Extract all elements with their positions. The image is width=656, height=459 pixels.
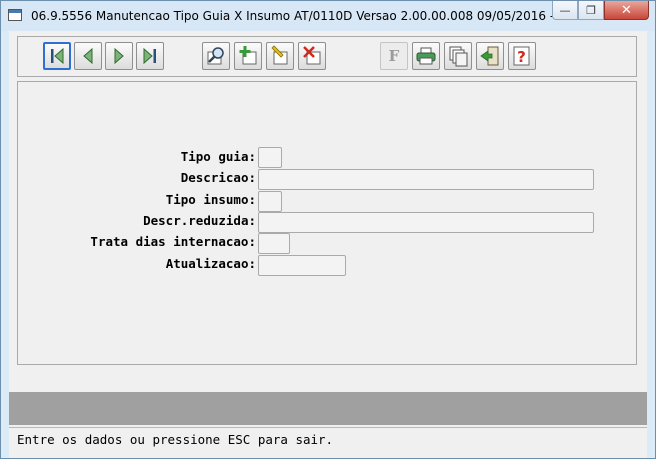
help-icon: ? xyxy=(513,46,530,66)
delete-record-button[interactable] xyxy=(298,42,326,70)
first-record-icon xyxy=(51,47,64,65)
trata-dias-internacao-input[interactable] xyxy=(258,233,290,254)
next-record-button[interactable] xyxy=(105,42,133,70)
search-button[interactable] xyxy=(202,42,230,70)
filter-icon: F xyxy=(388,47,400,65)
delete-record-icon xyxy=(303,46,321,65)
descricao-input[interactable] xyxy=(258,169,594,190)
help-button[interactable]: ? xyxy=(508,42,536,70)
trata-dias-internacao-label: Trata dias internacao: xyxy=(90,234,256,249)
tipo-guia-label: Tipo guia: xyxy=(180,149,256,164)
add-record-button[interactable] xyxy=(234,42,262,70)
status-bar: Entre os dados ou pressione ESC para sai… xyxy=(9,427,647,452)
window-title: 06.9.5556 Manutencao Tipo Guia X Insumo … xyxy=(31,9,593,23)
exit-icon xyxy=(480,46,499,66)
toolbar: F ? xyxy=(17,36,637,77)
copy-icon xyxy=(449,46,468,67)
svg-text:?: ? xyxy=(517,48,526,66)
app-icon xyxy=(8,9,22,21)
tipo-insumo-label: Tipo insumo: xyxy=(165,192,256,207)
add-record-icon xyxy=(239,46,257,65)
last-record-button[interactable] xyxy=(136,42,164,70)
edit-record-icon xyxy=(271,45,288,65)
atualizacao-label: Atualizacao: xyxy=(165,256,256,271)
message-bar xyxy=(9,392,647,425)
descricao-label: Descricao: xyxy=(180,170,256,185)
client-area: F ? Tipo guia: Descricao: Tipo insumo: D… xyxy=(9,31,647,458)
next-record-icon xyxy=(114,47,124,65)
filter-button[interactable]: F xyxy=(380,42,408,70)
application-window: 06.9.5556 Manutencao Tipo Guia X Insumo … xyxy=(0,0,656,459)
previous-record-icon xyxy=(83,47,93,65)
status-message: Entre os dados ou pressione ESC para sai… xyxy=(17,432,334,447)
print-icon xyxy=(416,47,436,65)
close-button[interactable]: ✕ xyxy=(604,1,649,20)
form-panel: Tipo guia: Descricao: Tipo insumo: Descr… xyxy=(17,81,637,365)
descr-reduzida-label: Descr.reduzida: xyxy=(143,213,256,228)
edit-record-button[interactable] xyxy=(266,42,294,70)
first-record-button[interactable] xyxy=(43,42,71,70)
atualizacao-input[interactable] xyxy=(258,255,346,276)
last-record-icon xyxy=(143,47,156,65)
previous-record-button[interactable] xyxy=(74,42,102,70)
window-controls: — ❐ ✕ xyxy=(552,1,649,20)
tipo-insumo-input[interactable] xyxy=(258,191,282,212)
search-icon xyxy=(207,47,224,65)
minimize-button[interactable]: — xyxy=(552,1,578,20)
copy-button[interactable] xyxy=(444,42,472,70)
restore-button[interactable]: ❐ xyxy=(578,1,604,20)
exit-button[interactable] xyxy=(476,42,504,70)
print-button[interactable] xyxy=(412,42,440,70)
title-bar[interactable]: 06.9.5556 Manutencao Tipo Guia X Insumo … xyxy=(1,1,655,31)
tipo-guia-input[interactable] xyxy=(258,147,282,168)
descr-reduzida-input[interactable] xyxy=(258,212,594,233)
